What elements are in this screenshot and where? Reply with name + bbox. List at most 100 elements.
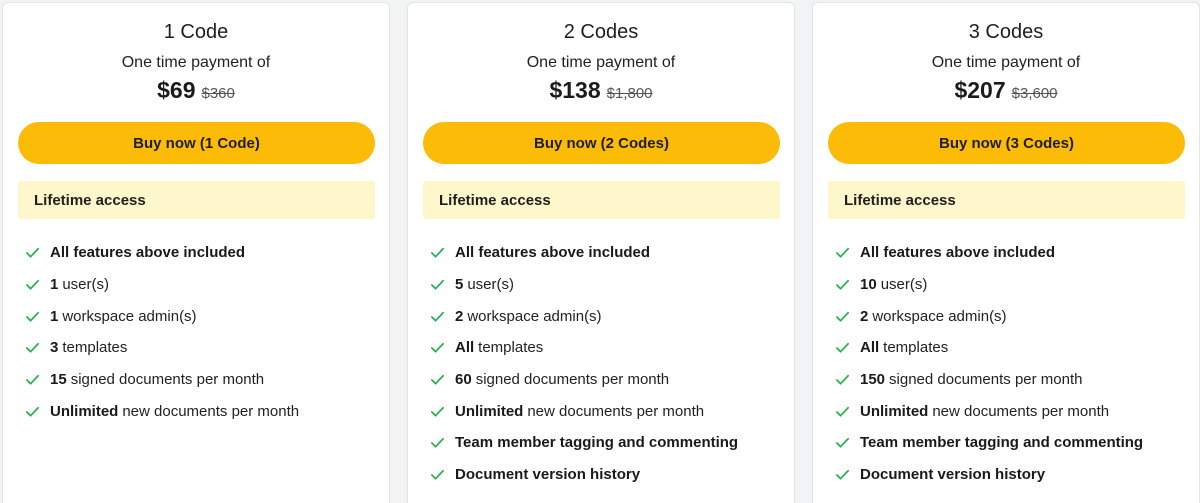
checkmark-icon — [26, 279, 39, 290]
checkmark-icon — [836, 248, 849, 258]
plan-old-price: $3,600 — [1011, 85, 1058, 102]
feature-highlight: Document version history — [860, 466, 1046, 484]
feature-item: 150 signed documents per month — [835, 364, 1143, 396]
checkmark-icon — [431, 375, 444, 385]
feature-text: user(s) — [62, 276, 110, 294]
feature-highlight: Team member tagging and commenting — [455, 434, 739, 452]
checkmark-icon — [836, 406, 849, 417]
feature-text: signed documents per month — [475, 371, 670, 389]
feature-text: workspace admin(s) — [467, 307, 602, 325]
checkmark-icon — [431, 248, 444, 258]
feature-highlight: Document version history — [455, 466, 641, 484]
buy-now-button[interactable]: Buy now (2 Codes) — [423, 122, 780, 164]
checkmark-icon — [431, 279, 444, 290]
feature-item: Team member tagging and commenting — [835, 427, 1143, 459]
checkmark-icon — [836, 279, 849, 290]
buy-now-button[interactable]: Buy now (1 Code) — [18, 122, 375, 164]
plan-card-3-codes: 3 Codes One time payment of $207 $3,600 B… — [812, 2, 1200, 503]
feature-item: Document version history — [430, 459, 738, 491]
checkmark-icon — [431, 343, 444, 353]
checkmark-icon — [26, 375, 39, 385]
plan-old-price: $360 — [201, 85, 235, 102]
feature-item: Unlimited new documents per month — [25, 395, 299, 427]
feature-text: workspace admin(s) — [62, 307, 197, 325]
feature-highlight: All features above included — [455, 244, 651, 262]
feature-item: Team member tagging and commenting — [430, 427, 738, 459]
feature-highlight: 1 — [50, 307, 59, 325]
checkmark-icon — [431, 438, 444, 449]
checkmark-icon — [26, 311, 39, 322]
feature-item: 15 signed documents per month — [25, 364, 299, 396]
feature-highlight: Unlimited — [50, 402, 119, 420]
feature-item: Document version history — [835, 459, 1143, 491]
feature-item: 1 user(s) — [25, 269, 299, 301]
plan-title: 3 Codes — [968, 21, 1044, 43]
checkmark-icon — [26, 343, 39, 353]
pricing-cards: 1 Code One time payment of $69 $360 Buy n… — [0, 0, 1200, 503]
price-row: $138 $1,800 — [408, 77, 794, 104]
feature-highlight: 2 — [455, 307, 464, 325]
feature-item: 2 workspace admin(s) — [430, 300, 738, 332]
feature-item: 1 workspace admin(s) — [25, 300, 299, 332]
feature-text: new documents per month — [122, 402, 300, 420]
checkmark-icon — [431, 406, 444, 417]
plan-title: 1 Code — [163, 21, 229, 43]
checkmark-icon — [836, 470, 849, 480]
feature-list: All features above included 10 user(s) 2 wor… — [835, 237, 1143, 491]
feature-highlight: 2 — [860, 307, 869, 325]
checkmark-icon — [26, 248, 39, 258]
plan-subtitle: One time payment of — [526, 54, 676, 71]
feature-highlight: 3 — [50, 339, 59, 357]
feature-text: signed documents per month — [70, 371, 265, 389]
feature-highlight: 60 — [455, 371, 472, 389]
feature-text: new documents per month — [932, 402, 1110, 420]
checkmark-icon — [431, 311, 444, 322]
checkmark-icon — [26, 406, 39, 417]
feature-item: All features above included — [430, 237, 738, 269]
feature-highlight: Unlimited — [860, 402, 929, 420]
feature-highlight: All features above included — [860, 244, 1056, 262]
feature-highlight: 1 — [50, 276, 59, 294]
feature-highlight: All — [455, 339, 475, 357]
buy-now-button[interactable]: Buy now (3 Codes) — [828, 122, 1185, 164]
feature-item: All templates — [835, 332, 1143, 364]
lifetime-access-banner: Lifetime access — [828, 181, 1185, 219]
feature-text: new documents per month — [527, 402, 705, 420]
plan-old-price: $1,800 — [606, 85, 653, 102]
feature-item: Unlimited new documents per month — [835, 395, 1143, 427]
checkmark-icon — [836, 311, 849, 322]
checkmark-icon — [836, 438, 849, 449]
feature-item: Unlimited new documents per month — [430, 395, 738, 427]
feature-list: All features above included 1 user(s) 1 work… — [25, 237, 299, 427]
feature-item: 5 user(s) — [430, 269, 738, 301]
feature-list: All features above included 5 user(s) 2 work… — [430, 237, 738, 491]
feature-text: user(s) — [880, 276, 928, 294]
feature-highlight: Team member tagging and commenting — [860, 434, 1144, 452]
feature-item: 2 workspace admin(s) — [835, 300, 1143, 332]
feature-item: All features above included — [25, 237, 299, 269]
feature-item: All features above included — [835, 237, 1143, 269]
feature-item: All templates — [430, 332, 738, 364]
feature-text: user(s) — [467, 276, 515, 294]
feature-highlight: 5 — [455, 276, 464, 294]
feature-item: 3 templates — [25, 332, 299, 364]
lifetime-access-banner: Lifetime access — [423, 181, 780, 219]
feature-text: workspace admin(s) — [872, 307, 1007, 325]
plan-price: $138 — [549, 77, 601, 103]
price-row: $69 $360 — [3, 77, 389, 104]
feature-highlight: Unlimited — [455, 402, 524, 420]
checkmark-icon — [836, 375, 849, 385]
plan-subtitle: One time payment of — [121, 54, 271, 71]
lifetime-access-banner: Lifetime access — [18, 181, 375, 219]
plan-card-1-code: 1 Code One time payment of $69 $360 Buy n… — [2, 2, 390, 503]
checkmark-icon — [836, 343, 849, 353]
feature-item: 60 signed documents per month — [430, 364, 738, 396]
plan-title: 2 Codes — [563, 21, 639, 43]
feature-text: templates — [62, 339, 128, 357]
feature-highlight: All — [860, 339, 880, 357]
feature-highlight: All features above included — [50, 244, 246, 262]
feature-highlight: 10 — [860, 276, 877, 294]
feature-text: signed documents per month — [889, 371, 1083, 389]
plan-price: $207 — [954, 77, 1006, 103]
checkmark-icon — [431, 470, 444, 480]
